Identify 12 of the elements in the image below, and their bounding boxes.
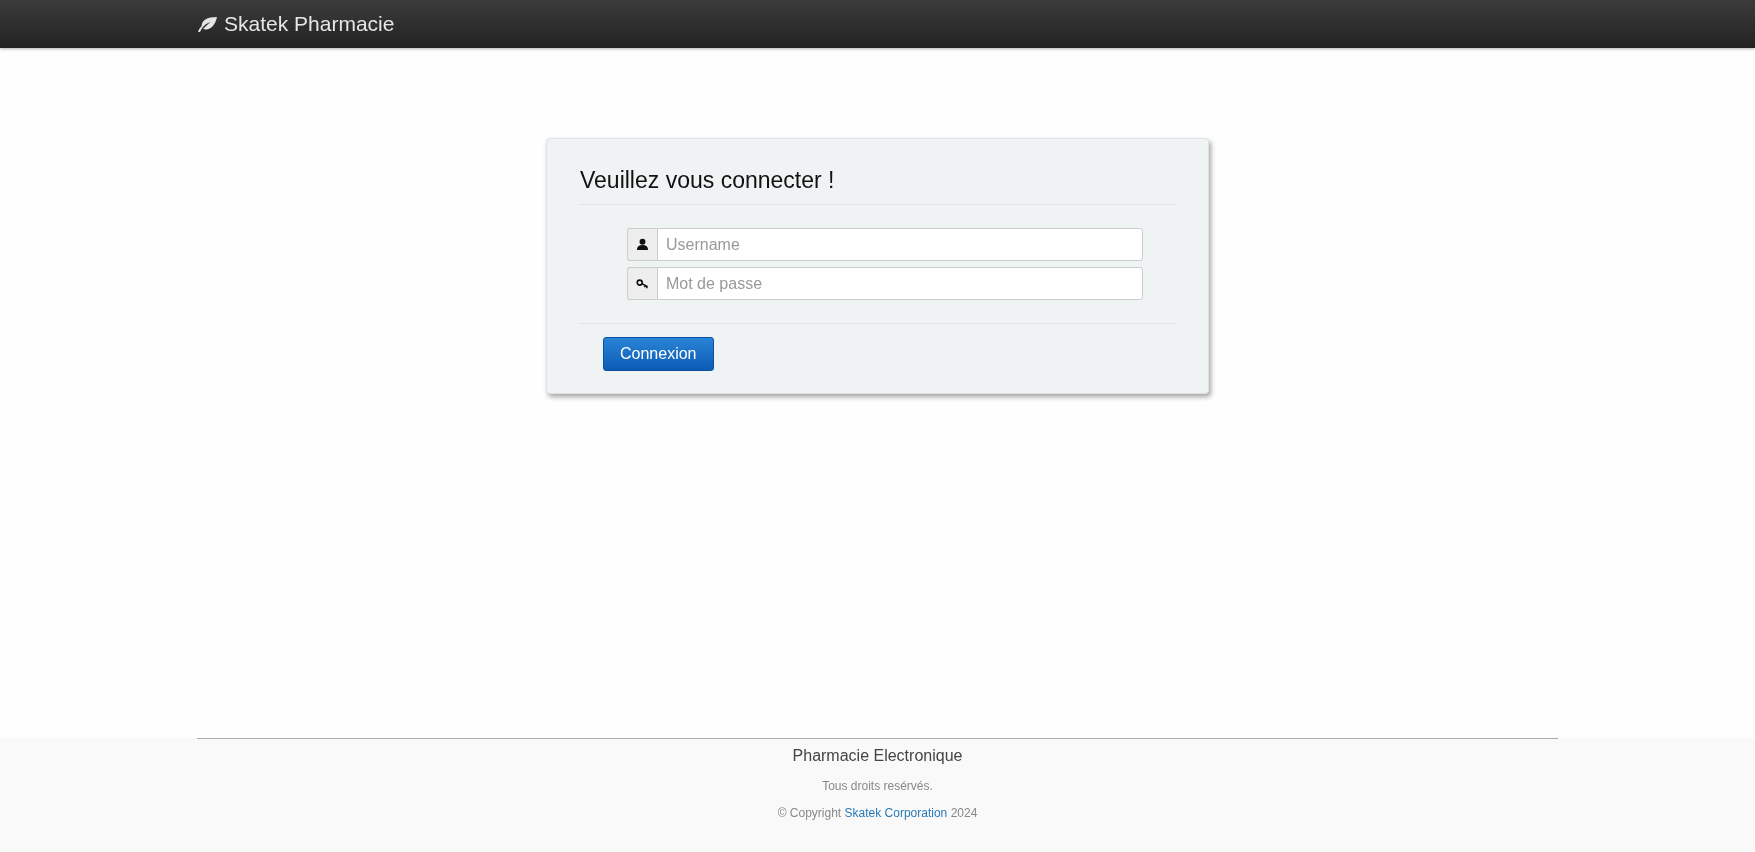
brand-link[interactable]: Skatek Pharmacie: [196, 12, 395, 36]
rights-text: Tous droits resérvés.: [822, 779, 933, 793]
user-icon: [636, 238, 649, 251]
company-link[interactable]: Skatek Corporation: [844, 806, 948, 820]
password-field[interactable]: Mot de passe: [657, 267, 1143, 300]
leaf-icon: [196, 15, 218, 33]
login-title: Veuillez vous connecter !: [580, 167, 836, 195]
key-icon: [636, 277, 649, 290]
login-button[interactable]: Connexion: [603, 337, 714, 371]
copyright-text: © Copyright Skatek Corporation 2024: [777, 806, 978, 820]
footer-title: Pharmacie Electronique: [792, 747, 963, 765]
username-field[interactable]: Username: [657, 228, 1143, 261]
